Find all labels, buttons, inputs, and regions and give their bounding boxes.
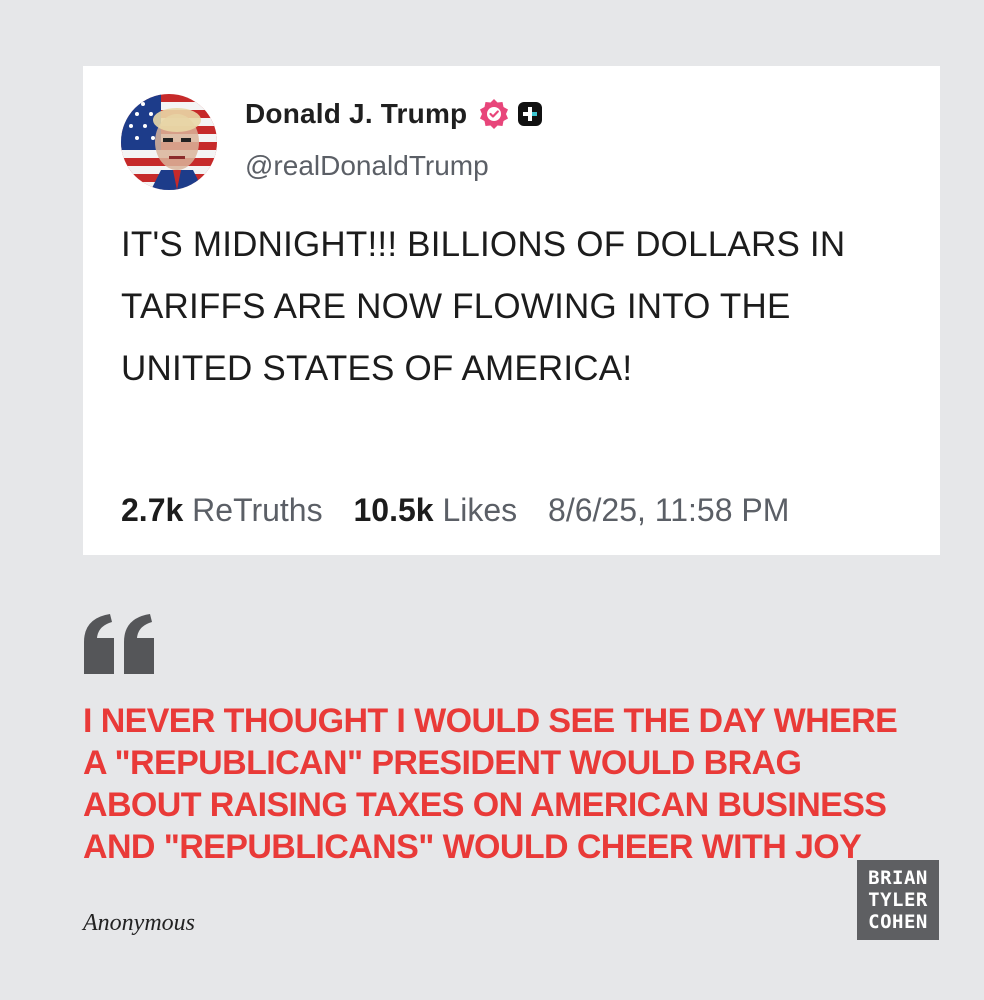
plus-badge-icon bbox=[518, 102, 543, 126]
post-timestamp[interactable]: 8/6/25, 11:58 PM bbox=[548, 492, 789, 528]
logo-line-1: BRIAN bbox=[868, 867, 928, 889]
post-stats: 2.7k ReTruths 10.5k Likes 8/6/25, 11:58 … bbox=[121, 492, 789, 529]
quote-mark-icon bbox=[84, 614, 154, 674]
author-name[interactable]: Donald J. Trump bbox=[245, 98, 467, 130]
logo-line-3: COHEN bbox=[868, 911, 928, 933]
author-row: Donald J. Trump bbox=[245, 98, 543, 130]
likes-label[interactable]: Likes bbox=[442, 492, 517, 528]
retruths-count: 2.7k bbox=[121, 492, 184, 528]
verified-badge-icon bbox=[480, 99, 509, 129]
brian-tyler-cohen-logo: BRIAN TYLER COHEN bbox=[857, 860, 939, 940]
likes-count: 10.5k bbox=[353, 492, 434, 528]
flag-portrait-avatar-icon bbox=[121, 94, 217, 190]
quote-text: I NEVER THOUGHT I WOULD SEE THE DAY WHER… bbox=[83, 702, 898, 866]
retruths-label[interactable]: ReTruths bbox=[192, 492, 322, 528]
quote-attribution: Anonymous bbox=[83, 910, 195, 936]
author-handle[interactable]: @realDonaldTrump bbox=[245, 150, 489, 182]
avatar[interactable] bbox=[121, 94, 217, 190]
logo-line-2: TYLER bbox=[868, 889, 928, 911]
post-card: Donald J. Trump @realDonaldTrump IT'S MI… bbox=[83, 66, 940, 555]
post-text: IT'S MIDNIGHT!!! BILLIONS OF DOLLARS IN … bbox=[121, 225, 846, 388]
